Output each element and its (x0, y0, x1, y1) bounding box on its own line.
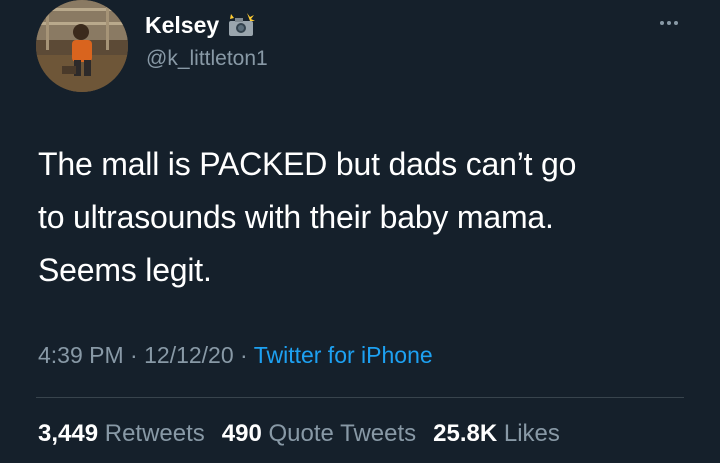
likes-label: Likes (503, 420, 560, 447)
tweet-text-line: to ultrasounds with their baby mama. (38, 199, 554, 235)
more-horizontal-icon[interactable] (651, 16, 687, 30)
divider (36, 397, 684, 398)
quote-tweets-label: Quote Tweets (268, 420, 417, 447)
user-handle[interactable]: @k_littleton1 (146, 47, 268, 71)
more-dot (667, 21, 671, 25)
tweet-text-line: Seems legit. (38, 252, 212, 288)
tweet-text-line: The mall is PACKED but dads can’t go (38, 146, 577, 182)
tweet-stats: 3,449 Retweets 490 Quote Tweets 25.8K Li… (38, 419, 560, 449)
tweet-text: The mall is PACKED but dads can’t go to … (38, 138, 698, 297)
likes-count: 25.8K (433, 420, 498, 447)
display-name[interactable]: Kelsey (145, 12, 219, 38)
tweet-date[interactable]: 12/12/20 (144, 342, 234, 368)
meta-separator: · (130, 342, 138, 368)
quote-tweets-stat[interactable]: 490 Quote Tweets (222, 419, 416, 449)
user-name-row: Kelsey (145, 12, 256, 38)
meta-separator: · (240, 342, 248, 368)
tweet-meta: 4:39 PM · 12/12/20 · Twitter for iPhone (38, 340, 433, 370)
avatar[interactable] (36, 0, 128, 92)
retweets-label: Retweets (104, 420, 205, 447)
avatar-image (36, 0, 128, 92)
likes-stat[interactable]: 25.8K Likes (433, 419, 560, 449)
tweet-card: Kelsey @k_littleton1 The mall is PACKED … (0, 0, 720, 463)
retweets-count: 3,449 (38, 420, 99, 447)
quote-tweets-count: 490 (221, 420, 262, 447)
tweet-source-link[interactable]: Twitter for iPhone (254, 342, 433, 368)
retweets-stat[interactable]: 3,449 Retweets (38, 419, 205, 449)
camera-with-flash-icon (227, 13, 256, 37)
tweet-time[interactable]: 4:39 PM (38, 342, 124, 368)
more-dot (660, 21, 664, 25)
more-dot (674, 21, 678, 25)
